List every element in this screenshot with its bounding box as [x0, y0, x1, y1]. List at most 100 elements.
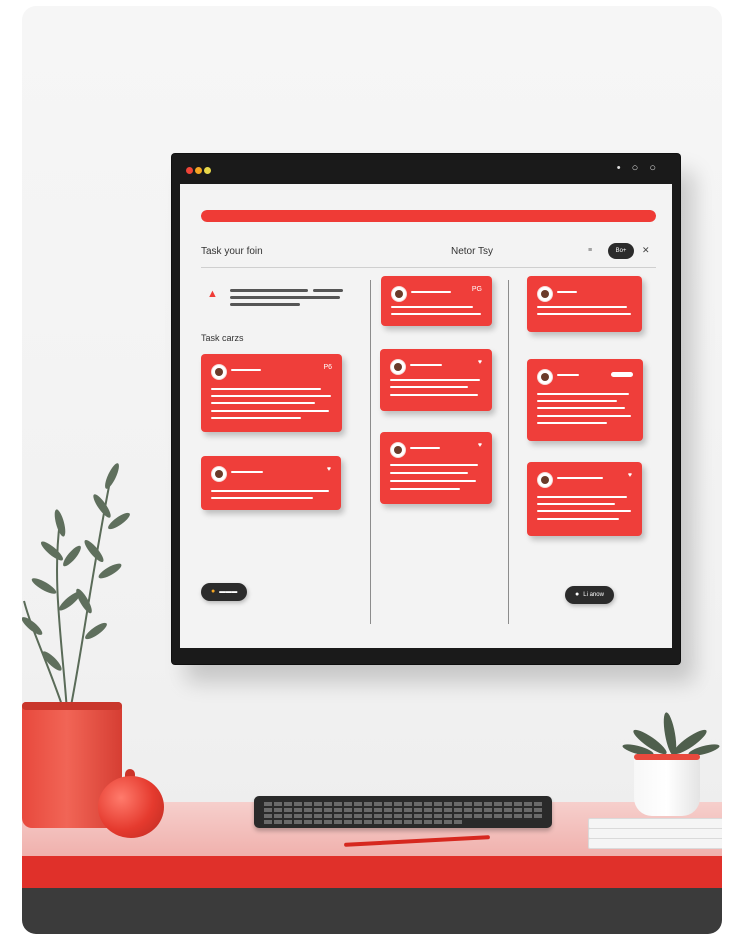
card-title-line [557, 477, 603, 479]
add-card-label: ▬▬▬ [219, 589, 238, 595]
card-text-line [211, 490, 329, 492]
avatar [391, 286, 407, 302]
card-text-line [390, 464, 478, 466]
board-title: Task your foin [201, 246, 263, 257]
board-toolbar: Task your foin Netor Tsy ≡ Bo+ ✕ [201, 242, 656, 264]
card-text-line [537, 400, 617, 402]
card-title-line [231, 471, 263, 473]
add-card-button[interactable]: ● ▬▬▬ [201, 583, 248, 601]
card-title-line [410, 447, 440, 449]
card-text-line [537, 496, 627, 498]
card-text-line [211, 395, 331, 397]
desk-scene: • ○ ○ Task your foin Netor Tsy ≡ Bo+ ✕ ▲ [22, 6, 722, 934]
card-text-line [537, 415, 631, 417]
alert-text-line [230, 289, 308, 292]
card-text-line [390, 480, 476, 482]
keyboard [254, 796, 552, 828]
alert-text-line [230, 303, 300, 306]
avatar [211, 466, 227, 482]
card-text-line [211, 417, 301, 419]
maximize-dot[interactable] [204, 167, 211, 174]
card-title-line [231, 369, 261, 371]
heart-icon[interactable]: ♥ [478, 359, 482, 366]
alert-text-line [230, 296, 340, 299]
task-card[interactable]: ♥ [201, 456, 341, 510]
new-task-button[interactable]: ● Li anow [565, 586, 614, 604]
white-planter-rim [634, 754, 700, 760]
card-text-line [390, 379, 480, 381]
task-board-app: Task your foin Netor Tsy ≡ Bo+ ✕ ▲ Task … [180, 184, 672, 648]
heart-icon[interactable]: ♥ [478, 442, 482, 449]
minimize-dot[interactable] [195, 167, 202, 174]
desk-edge [22, 856, 722, 888]
menu-icon[interactable]: ≡ [588, 247, 592, 254]
window-status-icons[interactable]: • ○ ○ [617, 162, 660, 174]
column-divider-1 [370, 280, 371, 624]
card-badge: P6 [323, 364, 332, 371]
avatar [390, 442, 406, 458]
progress-bar [201, 210, 656, 222]
card-text-line [211, 497, 313, 499]
card-text-line [390, 488, 460, 490]
avatar [537, 472, 553, 488]
window-titlebar: • ○ ○ [172, 154, 680, 184]
card-text-line [537, 422, 607, 424]
book-stack [588, 804, 722, 850]
card-title-line [557, 291, 577, 293]
toggle-pill-button[interactable]: Bo+ [608, 243, 634, 259]
succulent-icon [622, 712, 720, 756]
card-text-line [211, 388, 321, 390]
new-task-label: Li anow [583, 592, 604, 598]
alert-notice[interactable]: ▲ [207, 284, 357, 314]
task-card[interactable]: P6 [201, 354, 342, 432]
red-vase-rim [22, 702, 122, 710]
card-text-line [537, 313, 631, 315]
card-text-line [537, 503, 615, 505]
book [588, 838, 722, 849]
header-divider [201, 267, 656, 268]
close-icon[interactable]: ✕ [642, 245, 650, 256]
card-title-line [410, 364, 442, 366]
card-text-line [391, 306, 473, 308]
avatar [537, 369, 553, 385]
column-divider-2 [508, 280, 509, 624]
task-card[interactable] [527, 276, 642, 332]
plant-icon [22, 463, 130, 711]
card-title-line [557, 374, 579, 376]
card-text-line [537, 518, 619, 520]
monitor: • ○ ○ Task your foin Netor Tsy ≡ Bo+ ✕ ▲ [172, 154, 680, 664]
key-row [264, 814, 542, 818]
red-apple [98, 776, 164, 838]
task-card[interactable]: PG [381, 276, 492, 326]
task-card[interactable] [527, 359, 643, 441]
card-text-line [390, 386, 468, 388]
card-text-line [390, 472, 468, 474]
desk-base [22, 888, 722, 934]
close-dot[interactable] [186, 167, 193, 174]
card-text-line [537, 510, 631, 512]
card-badge: ♥ [326, 466, 331, 473]
key-row [264, 820, 464, 824]
alert-text-line [313, 289, 343, 292]
task-card[interactable]: ♥ [527, 462, 642, 536]
card-text-line [390, 394, 478, 396]
heart-icon[interactable]: ♥ [628, 472, 632, 479]
card-toggle[interactable] [611, 372, 633, 377]
avatar [211, 364, 227, 380]
avatar [390, 359, 406, 375]
date-label[interactable]: Netor Tsy [451, 246, 493, 257]
card-title-line [411, 291, 451, 293]
section-label: Task carzs [201, 333, 244, 343]
card-text-line [537, 407, 625, 409]
card-text-line [537, 393, 629, 395]
avatar [537, 286, 553, 302]
warning-icon: ▲ [207, 288, 218, 300]
card-text-line [537, 306, 627, 308]
card-text-line [391, 313, 481, 315]
task-card[interactable]: ♥ [380, 432, 492, 504]
task-card[interactable]: ♥ [380, 349, 492, 411]
key-row [264, 808, 542, 812]
card-text-line [211, 410, 329, 412]
progress-fill [201, 210, 656, 222]
new-task-icon: ● [575, 591, 580, 598]
